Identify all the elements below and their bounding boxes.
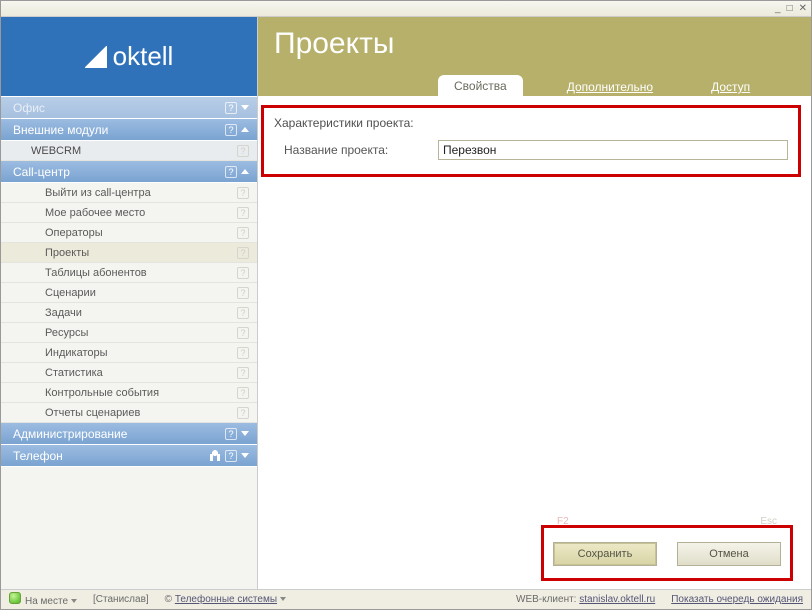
tab[interactable]: Дополнительно <box>553 77 667 96</box>
page-title: Проекты <box>274 27 394 61</box>
brand-text: oktell <box>113 41 174 72</box>
help-icon[interactable]: ? <box>237 145 249 157</box>
status-user: [Станислав] <box>93 594 149 605</box>
help-icon[interactable]: ? <box>237 407 249 419</box>
chevron-down-icon <box>71 599 77 603</box>
nav-item[interactable]: WEBCRM? <box>1 141 257 161</box>
chevron-up-icon <box>241 169 249 174</box>
copyright: © Телефонные системы <box>165 594 286 605</box>
nav-item[interactable]: Ресурсы? <box>1 323 257 343</box>
nav-item-label: Проекты <box>45 247 89 259</box>
tabs: Свойства Дополнительно Доступ <box>258 72 811 96</box>
nav-item-label: WEBCRM <box>31 145 81 157</box>
nav-item[interactable]: Статистика? <box>1 363 257 383</box>
nav-section[interactable]: Администрирование? <box>1 423 257 445</box>
titlebar: _ □ ✕ <box>1 1 811 17</box>
help-icon[interactable]: ? <box>237 367 249 379</box>
web-client-link[interactable]: stanislav.oktell.ru <box>579 594 655 605</box>
nav: Офис?Внешние модули?WEBCRM?Call-центр?Вы… <box>1 97 257 589</box>
nav-item-label: Таблицы абонентов <box>45 267 147 279</box>
help-icon[interactable]: ? <box>225 428 237 440</box>
nav-item-label: Выйти из call-центра <box>45 187 151 199</box>
presence-icon <box>9 592 21 604</box>
help-icon[interactable]: ? <box>237 247 249 259</box>
help-icon[interactable]: ? <box>237 267 249 279</box>
help-icon[interactable]: ? <box>225 166 237 178</box>
save-button[interactable]: Сохранить <box>553 542 657 566</box>
nav-item[interactable]: Отчеты сценариев? <box>1 403 257 423</box>
nav-item[interactable]: Проекты? <box>1 243 257 263</box>
tab[interactable]: Доступ <box>697 77 764 96</box>
systems-link[interactable]: Телефонные системы <box>175 594 277 605</box>
help-icon[interactable]: ? <box>237 187 249 199</box>
help-icon[interactable]: ? <box>225 102 237 114</box>
app-window: _ □ ✕ oktell Офис?Внешние модули?WEBCRM?… <box>0 0 812 610</box>
help-icon[interactable]: ? <box>237 387 249 399</box>
buttons-highlight: Сохранить Отмена <box>541 525 793 581</box>
field-label: Название проекта: <box>274 143 438 157</box>
nav-item-label: Контрольные события <box>45 387 159 399</box>
help-icon[interactable]: ? <box>237 327 249 339</box>
nav-section-label: Администрирование <box>13 427 127 441</box>
cancel-button[interactable]: Отмена <box>677 542 781 566</box>
minimize-icon[interactable]: _ <box>775 4 781 14</box>
nav-section[interactable]: Call-центр? <box>1 161 257 183</box>
help-icon[interactable]: ? <box>237 207 249 219</box>
help-icon[interactable]: ? <box>237 307 249 319</box>
nav-item[interactable]: Задачи? <box>1 303 257 323</box>
help-icon[interactable]: ? <box>225 450 237 462</box>
nav-item[interactable]: Мое рабочее место? <box>1 203 257 223</box>
nav-item[interactable]: Выйти из call-центра? <box>1 183 257 203</box>
main: Проекты Свойства Дополнительно Доступ Хара… <box>257 17 811 589</box>
nav-section-label: Телефон <box>13 449 63 463</box>
nav-section[interactable]: Телефон? <box>1 445 257 467</box>
chevron-down-icon <box>241 431 249 436</box>
nav-item-label: Ресурсы <box>45 327 88 339</box>
main-header: Проекты Свойства Дополнительно Доступ <box>258 17 811 97</box>
nav-section[interactable]: Внешние модули? <box>1 119 257 141</box>
chevron-up-icon <box>241 127 249 132</box>
nav-item[interactable]: Таблицы абонентов? <box>1 263 257 283</box>
headset-icon <box>209 450 221 461</box>
nav-section[interactable]: Офис? <box>1 97 257 119</box>
chevron-down-icon <box>241 105 249 110</box>
form-highlight: Характеристики проекта: Название проекта… <box>261 105 801 177</box>
statusbar: На месте [Станислав] © Телефонные систем… <box>1 589 811 609</box>
maximize-icon[interactable]: □ <box>787 4 793 14</box>
nav-item[interactable]: Сценарии? <box>1 283 257 303</box>
nav-item-label: Индикаторы <box>45 347 108 359</box>
nav-section-label: Офис <box>13 101 45 115</box>
presence[interactable]: На месте <box>9 592 77 607</box>
nav-item-label: Операторы <box>45 227 103 239</box>
show-queue-link[interactable]: Показать очередь ожидания <box>671 594 803 605</box>
form-row: Название проекта: <box>274 140 788 160</box>
body: oktell Офис?Внешние модули?WEBCRM?Call-ц… <box>1 17 811 589</box>
content: Характеристики проекта: Название проекта… <box>258 97 811 589</box>
logo: oktell <box>1 17 257 97</box>
nav-section-label: Call-центр <box>13 165 70 179</box>
help-icon[interactable]: ? <box>237 227 249 239</box>
web-client: WEB-клиент: stanislav.oktell.ru <box>516 594 655 605</box>
logo-icon <box>85 46 107 68</box>
help-icon[interactable]: ? <box>237 347 249 359</box>
button-row: Сохранить Отмена <box>552 542 782 566</box>
nav-item[interactable]: Индикаторы? <box>1 343 257 363</box>
nav-item[interactable]: Операторы? <box>1 223 257 243</box>
close-icon[interactable]: ✕ <box>799 4 807 14</box>
help-icon[interactable]: ? <box>225 124 237 136</box>
project-name-input[interactable] <box>438 140 788 160</box>
tab[interactable]: Свойства <box>438 75 523 96</box>
nav-item-label: Задачи <box>45 307 82 319</box>
help-icon[interactable]: ? <box>237 287 249 299</box>
sidebar: oktell Офис?Внешние модули?WEBCRM?Call-ц… <box>1 17 257 589</box>
nav-item-label: Сценарии <box>45 287 96 299</box>
nav-item-label: Мое рабочее место <box>45 207 145 219</box>
nav-section-label: Внешние модули <box>13 123 108 137</box>
nav-item-label: Статистика <box>45 367 103 379</box>
chevron-down-icon <box>241 453 249 458</box>
chevron-down-icon <box>280 597 286 601</box>
nav-item-label: Отчеты сценариев <box>45 407 140 419</box>
form-heading: Характеристики проекта: <box>274 116 788 130</box>
nav-item[interactable]: Контрольные события? <box>1 383 257 403</box>
